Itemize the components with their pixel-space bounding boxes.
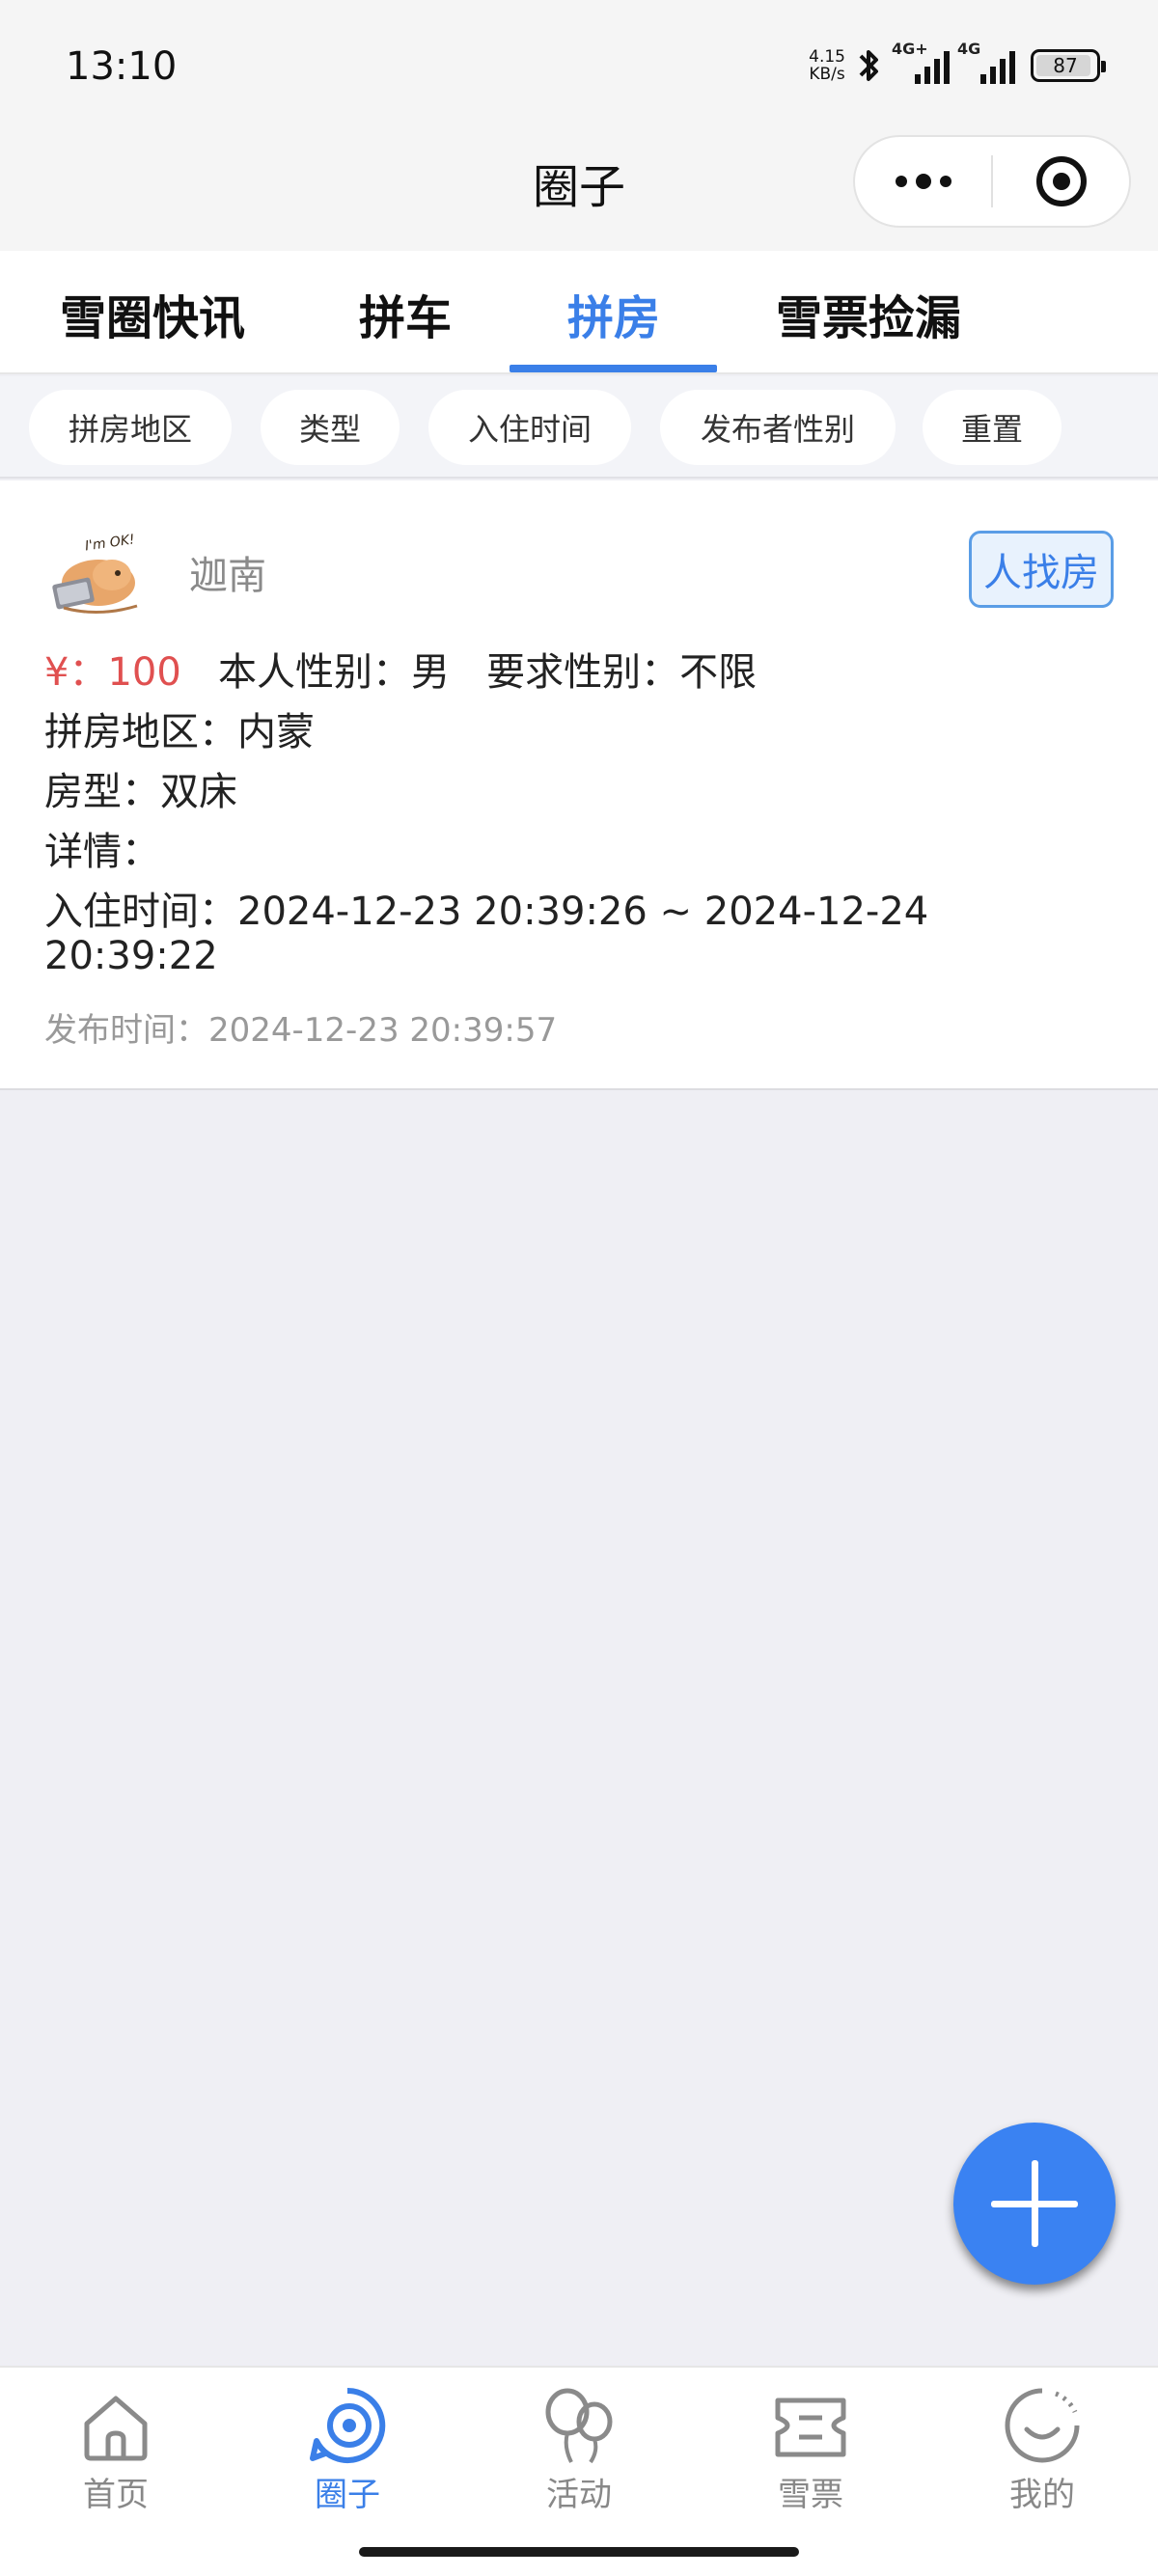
- room-region: 拼房地区：内蒙: [44, 710, 315, 754]
- tabbar-ticket[interactable]: 雪票: [714, 2385, 907, 2515]
- active-tab-indicator: [510, 365, 717, 372]
- svg-text:I'm OK!: I'm OK!: [84, 532, 136, 554]
- username: 迦南: [189, 554, 266, 598]
- battery-icon: 87: [1031, 49, 1106, 82]
- tab-snow-news[interactable]: 雪圈快讯: [60, 280, 245, 347]
- required-gender: 要求性别：不限: [486, 650, 758, 695]
- price: ¥：100: [44, 650, 181, 695]
- room-type: 房型：双床: [44, 770, 237, 814]
- filter-region[interactable]: 拼房地区: [29, 390, 232, 465]
- status-time: 13:10: [66, 44, 178, 89]
- more-dots-icon: [895, 174, 951, 189]
- smile-face-icon: [1005, 2388, 1080, 2463]
- publish-time: 发布时间：2024-12-23 20:39:57: [44, 1011, 558, 1050]
- more-button[interactable]: [855, 137, 991, 226]
- nav-bar: 圈子: [0, 135, 1158, 251]
- bottom-tab-bar: 首页 圈子 活动 雪票 我的: [0, 2366, 1158, 2576]
- checkin-time: 入住时间：2024-12-23 20:39:26 ~ 2024-12-24: [44, 890, 929, 934]
- circle-target-icon: [310, 2387, 386, 2463]
- filter-bar: 拼房地区 类型 入住时间 发布者性别 重置: [0, 376, 1158, 479]
- avatar[interactable]: I'm OK!: [44, 529, 151, 617]
- filter-reset-button[interactable]: 重置: [923, 390, 1062, 465]
- signal-icon-1: 4G+: [892, 40, 950, 84]
- room-share-post[interactable]: I'm OK! 迦南 人找房 ¥：100 本人性别：男 要求性别：不限 拼房地区…: [0, 480, 1158, 1090]
- price-gender-line: ¥：100 本人性别：男 要求性别：不限: [44, 641, 757, 697]
- filter-type[interactable]: 类型: [261, 390, 400, 465]
- bluetooth-icon: [859, 50, 878, 81]
- tab-room-share[interactable]: 拼房: [567, 280, 660, 347]
- status-bar: 13:10 4.15 KB/s 4G+ 4G 87: [0, 0, 1158, 135]
- plus-icon: [991, 2160, 1078, 2247]
- tabbar-home[interactable]: 首页: [19, 2385, 212, 2515]
- tabbar-mine[interactable]: 我的: [946, 2385, 1139, 2515]
- tabbar-activity[interactable]: 活动: [482, 2385, 676, 2515]
- tab-ticket-deals[interactable]: 雪票捡漏: [776, 280, 961, 347]
- home-icon: [84, 2396, 148, 2461]
- network-speed: 4.15 KB/s: [809, 47, 845, 84]
- close-miniprogram-button[interactable]: [993, 137, 1129, 226]
- signal-icon-2: 4G: [957, 40, 1015, 84]
- tab-carpool[interactable]: 拼车: [359, 280, 452, 347]
- status-icons: 4.15 KB/s 4G+ 4G 87: [809, 40, 1106, 85]
- balloons-icon: [545, 2388, 613, 2464]
- tabbar-circle[interactable]: 圈子: [251, 2385, 444, 2515]
- filter-publisher-gender[interactable]: 发布者性别: [660, 390, 896, 465]
- post-type-tag: 人找房: [969, 531, 1114, 608]
- checkin-time-continued: 20:39:22: [44, 934, 218, 978]
- ticket-icon: [775, 2398, 846, 2457]
- post-details: 详情：: [44, 830, 160, 874]
- home-indicator[interactable]: [359, 2547, 799, 2557]
- filter-checkin-time[interactable]: 入住时间: [428, 390, 631, 465]
- mini-program-capsule: [853, 135, 1131, 228]
- category-tabs: 雪圈快讯 拼车 拼房 雪票捡漏: [0, 251, 1158, 374]
- own-gender: 本人性别：男: [217, 650, 450, 695]
- add-post-button[interactable]: [953, 2123, 1116, 2285]
- target-icon: [1035, 156, 1087, 206]
